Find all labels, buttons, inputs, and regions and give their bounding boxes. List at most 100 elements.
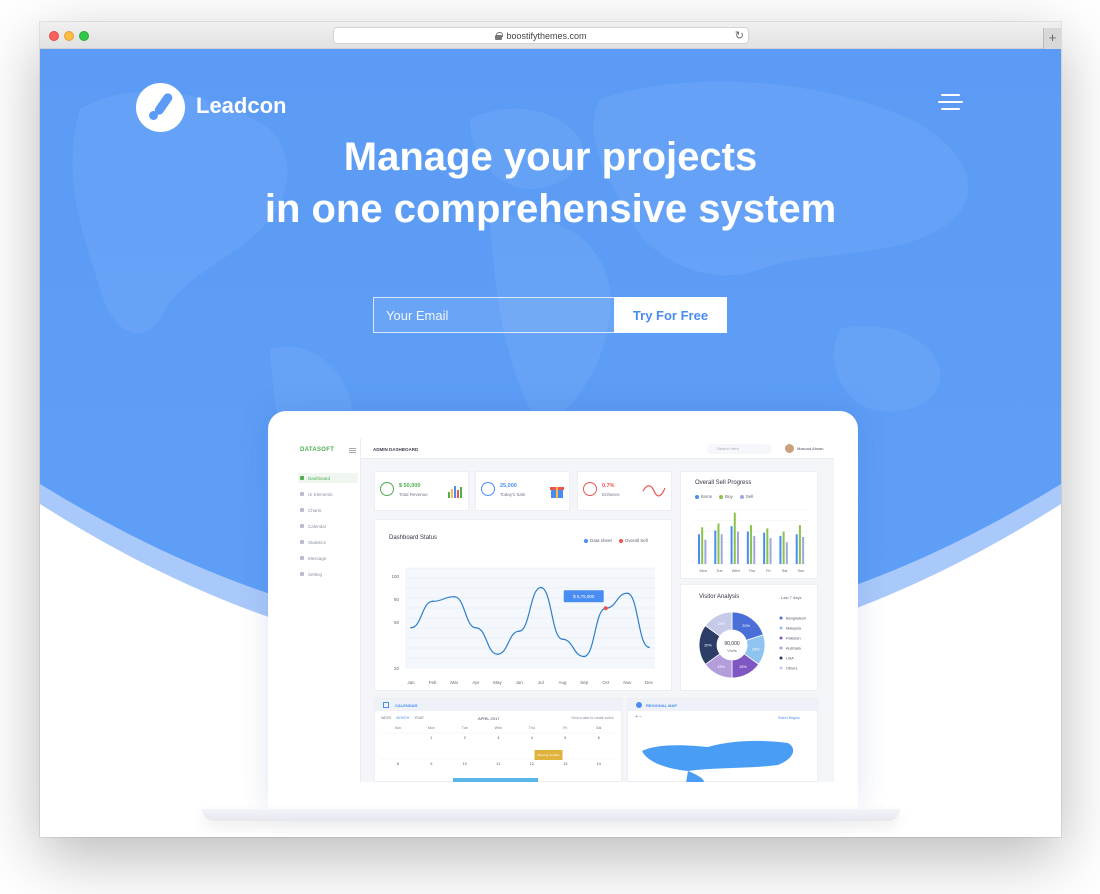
event-label: Meeting at office xyxy=(538,753,560,757)
data-point xyxy=(648,646,650,649)
dashboard-user: Masoud Ahsan xyxy=(785,444,823,453)
slice-label: 15% xyxy=(717,665,725,669)
sidebar-item: Charts xyxy=(298,505,358,515)
data-point xyxy=(583,655,585,658)
slice-label: 20% xyxy=(742,624,750,628)
date-cell: 9 xyxy=(430,762,432,766)
stats-icon xyxy=(300,540,304,544)
slice-label: 15% xyxy=(752,647,760,651)
sidebar-item-label: Setting xyxy=(308,571,323,577)
bar xyxy=(704,539,707,564)
center-value: 90,000 xyxy=(724,641,740,647)
legend-label: USA xyxy=(786,657,794,661)
maximize-window-button[interactable] xyxy=(79,31,89,41)
bar xyxy=(717,523,720,564)
close-window-button[interactable] xyxy=(49,31,59,41)
stat-card-enhance: 0.7% Enhance xyxy=(577,471,672,511)
legend-marker xyxy=(779,616,783,620)
date-cell: 14 xyxy=(597,762,601,766)
message-icon xyxy=(300,556,304,560)
calendar-grid: Sun Mon Tue Wed Thu Fri Sat1 2 3 4 5 68 9 10 11 12 13 14M… xyxy=(381,726,616,782)
chart-icon xyxy=(300,508,304,512)
user-icon xyxy=(300,492,304,496)
dashboard-topbar: ADMIN DASHBOARD Search here Masoud Ahsan xyxy=(361,439,834,459)
date-cell: 2 xyxy=(464,736,466,740)
x-tick-label: Wed xyxy=(732,569,740,573)
email-input[interactable] xyxy=(373,297,614,333)
bar xyxy=(730,526,733,564)
x-tick-label: Sat xyxy=(782,569,789,573)
line-chart: 100 80 60 20 Jan Feb Mar Apr May Jun Jul Aug Sep Oct N… xyxy=(391,567,655,685)
sidebar-item: Statistics xyxy=(298,537,358,547)
minimize-window-button[interactable] xyxy=(64,31,74,41)
browser-toolbar: boostifythemes.com ↻ + xyxy=(40,22,1061,49)
try-for-free-button[interactable]: Try For Free xyxy=(614,297,727,333)
date-cell: 11 xyxy=(496,762,500,766)
visitor-analysis-card: Visitor Analysis Last 7 days 20% 15% 15% 15… xyxy=(680,584,818,691)
sidebar-item: Message xyxy=(298,553,358,563)
regional-map-card: REGIONAL MAP Select Region + − xyxy=(627,698,819,782)
legend-label: Pakistan xyxy=(786,637,801,641)
sidebar-item-label: Dashboard xyxy=(308,475,331,481)
bar xyxy=(720,534,723,564)
weekday-label: Wed xyxy=(495,726,502,730)
sidebar-item: Dashboard xyxy=(298,473,358,483)
bar xyxy=(733,512,736,564)
bar xyxy=(779,535,782,564)
bar xyxy=(736,531,739,564)
date-cell: 4 xyxy=(531,736,533,740)
data-point xyxy=(496,653,499,655)
stat-value: $ 50,000 xyxy=(399,483,421,489)
bar xyxy=(750,525,753,564)
x-tick-label: Oct xyxy=(602,680,610,685)
sidebar-item-label: Calendar xyxy=(308,523,327,529)
url-text: boostifythemes.com xyxy=(506,30,587,41)
sidebar-item: Calendar xyxy=(298,521,358,531)
date-cell: 13 xyxy=(563,762,567,766)
dashboard-search: Search here xyxy=(707,444,772,454)
bar-chart: Mon Tue Wed Thu Fri Sat Sun xyxy=(695,509,809,573)
new-tab-button[interactable]: + xyxy=(1043,28,1061,49)
y-tick-label: 80 xyxy=(394,597,400,602)
x-tick-label: Fri xyxy=(766,569,771,573)
laptop-mockup: DATASOFT Dashboard UI Elements Charts Calen… xyxy=(268,411,858,809)
x-tick-label: Jun xyxy=(516,680,524,685)
stat-label: Total Revenue xyxy=(399,492,428,497)
bar xyxy=(785,542,788,564)
bar xyxy=(769,538,772,564)
x-tick-label: Jan xyxy=(407,680,415,685)
x-tick-label: Thu xyxy=(749,569,756,573)
sidebar-item-label: UI Elements xyxy=(308,491,333,497)
sidebar-item-label: Message xyxy=(308,555,327,561)
mini-bar-icon xyxy=(448,486,462,498)
legend-marker xyxy=(779,656,783,660)
sidebar-item: UI Elements xyxy=(298,489,358,499)
bar xyxy=(802,537,805,564)
slice-label: 15% xyxy=(717,622,725,626)
bar xyxy=(753,535,756,564)
address-bar[interactable]: boostifythemes.com ↻ xyxy=(333,27,749,44)
data-point xyxy=(431,600,434,603)
x-tick-label: Nov xyxy=(623,680,632,685)
hamburger-menu-icon[interactable] xyxy=(938,93,963,111)
bar xyxy=(782,531,785,564)
brand-name[interactable]: Leadcon xyxy=(196,93,286,119)
data-point xyxy=(561,638,564,641)
stat-value: 0.7% xyxy=(602,483,615,489)
user-name: Masoud Ahsan xyxy=(797,446,824,451)
dashboard-screenshot: DATASOFT Dashboard UI Elements Charts Calen… xyxy=(292,439,834,782)
revenue-icon xyxy=(380,482,394,496)
x-tick-label: Mon xyxy=(699,569,706,573)
sell-progress-card: Overall Sell Progress Items Buy Sell Mon… xyxy=(680,471,818,579)
legend-label: Others xyxy=(786,667,797,671)
browser-window: boostifythemes.com ↻ + Leadcon Manage yo… xyxy=(40,22,1061,837)
reload-icon[interactable]: ↻ xyxy=(735,29,744,42)
dashboard-menu-icon xyxy=(349,448,356,453)
legend-label: Australia xyxy=(786,647,802,651)
bar xyxy=(698,534,700,564)
date-cell: 6 xyxy=(598,736,600,740)
y-tick-label: 60 xyxy=(394,620,400,625)
data-point xyxy=(410,626,412,629)
y-tick-label: 20 xyxy=(394,666,400,671)
leadcon-logo-icon[interactable] xyxy=(136,83,185,132)
